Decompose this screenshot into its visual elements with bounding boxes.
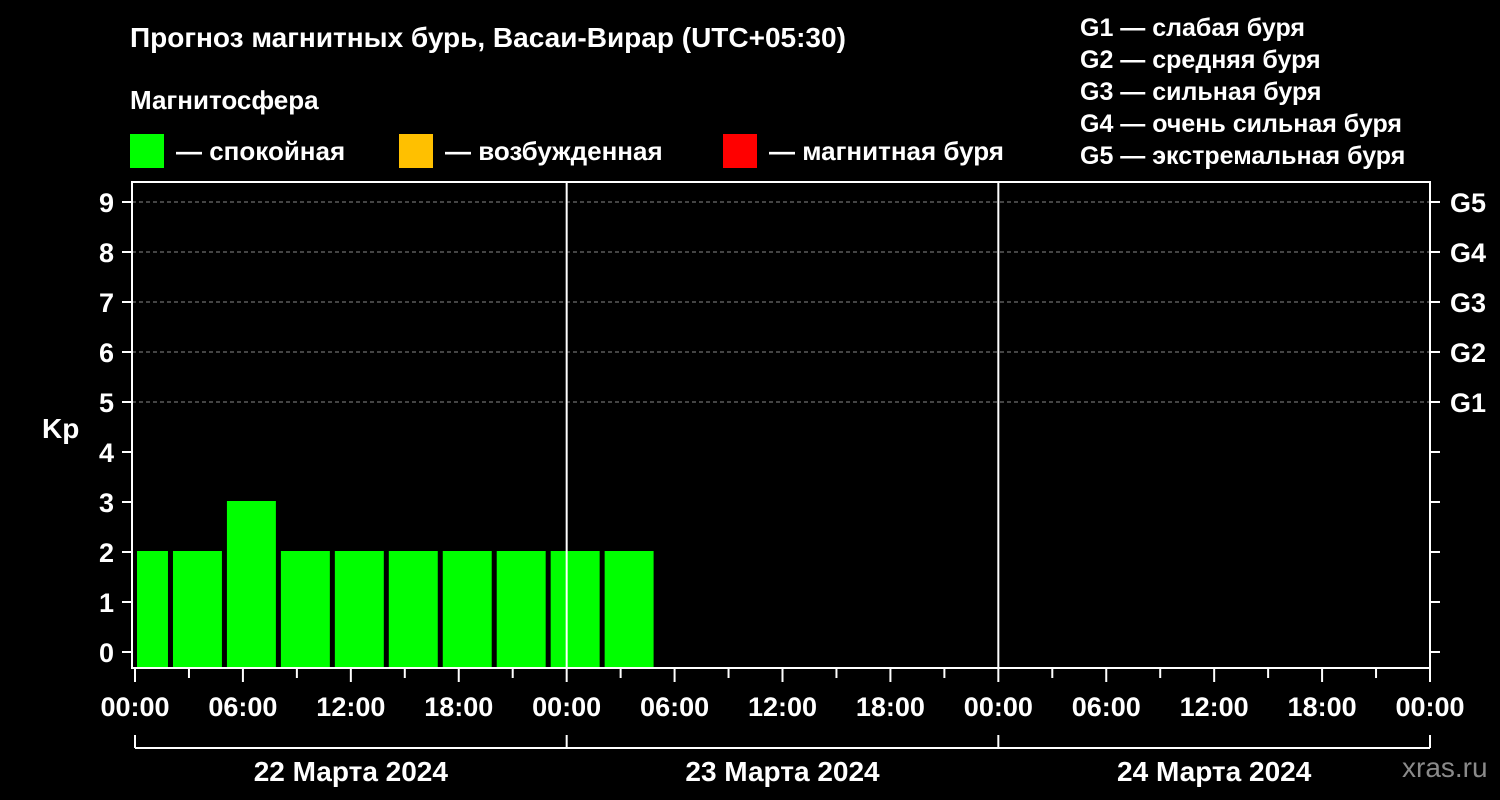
- y-tick-label-3: 3: [99, 488, 114, 518]
- x-tick-label-72: 00:00: [1395, 692, 1464, 722]
- y-tick-label-4: 4: [99, 438, 114, 468]
- day-label-0: 22 Марта 2024: [254, 756, 449, 787]
- right-tick-label-G4: G4: [1450, 238, 1486, 268]
- day-label-2: 24 Марта 2024: [1117, 756, 1312, 787]
- y-tick-label-9: 9: [99, 188, 114, 218]
- kp-bar-2: [226, 501, 276, 668]
- kp-bar-3: [280, 551, 330, 668]
- y-tick-label-2: 2: [99, 538, 114, 568]
- kp-bar-7: [496, 551, 546, 668]
- x-tick-label-42: 18:00: [856, 692, 925, 722]
- kp-bar-0: [137, 551, 168, 668]
- x-tick-label-0: 00:00: [100, 692, 169, 722]
- y-tick-label-7: 7: [99, 288, 114, 318]
- kp-bar-9: [604, 551, 654, 668]
- kp-bar-6: [442, 551, 492, 668]
- x-tick-label-36: 12:00: [748, 692, 817, 722]
- y-tick-label-6: 6: [99, 338, 114, 368]
- kp-bar-8: [550, 551, 600, 668]
- x-tick-label-12: 12:00: [316, 692, 385, 722]
- kp-bar-4: [334, 551, 384, 668]
- day-label-1: 23 Марта 2024: [685, 756, 880, 787]
- y-tick-label-5: 5: [99, 388, 114, 418]
- x-tick-label-54: 06:00: [1072, 692, 1141, 722]
- x-tick-label-60: 12:00: [1180, 692, 1249, 722]
- y-tick-label-1: 1: [99, 588, 114, 618]
- kp-chart: 0 1 2 3 4 5 6 7 8 9 G1 G2 G3 G4 G5 Kp 00:00 06:00 12:00 18:…: [42, 181, 1486, 787]
- x-tick-label-66: 18:00: [1288, 692, 1357, 722]
- y-tick-label-0: 0: [99, 638, 114, 668]
- y-axis-label: Kp: [42, 413, 79, 444]
- y-tick-label-8: 8: [99, 238, 114, 268]
- x-tick-label-30: 06:00: [640, 692, 709, 722]
- right-tick-label-G3: G3: [1450, 288, 1486, 318]
- watermark: xras.ru: [1402, 752, 1488, 783]
- right-tick-label-G1: G1: [1450, 388, 1486, 418]
- x-tick-label-24: 00:00: [532, 692, 601, 722]
- right-tick-label-G5: G5: [1450, 188, 1486, 218]
- right-tick-label-G2: G2: [1450, 338, 1486, 368]
- kp-bar-5: [388, 551, 438, 668]
- x-tick-label-48: 00:00: [964, 692, 1033, 722]
- x-tick-label-6: 06:00: [208, 692, 277, 722]
- x-tick-label-18: 18:00: [424, 692, 493, 722]
- kp-bar-1: [172, 551, 222, 668]
